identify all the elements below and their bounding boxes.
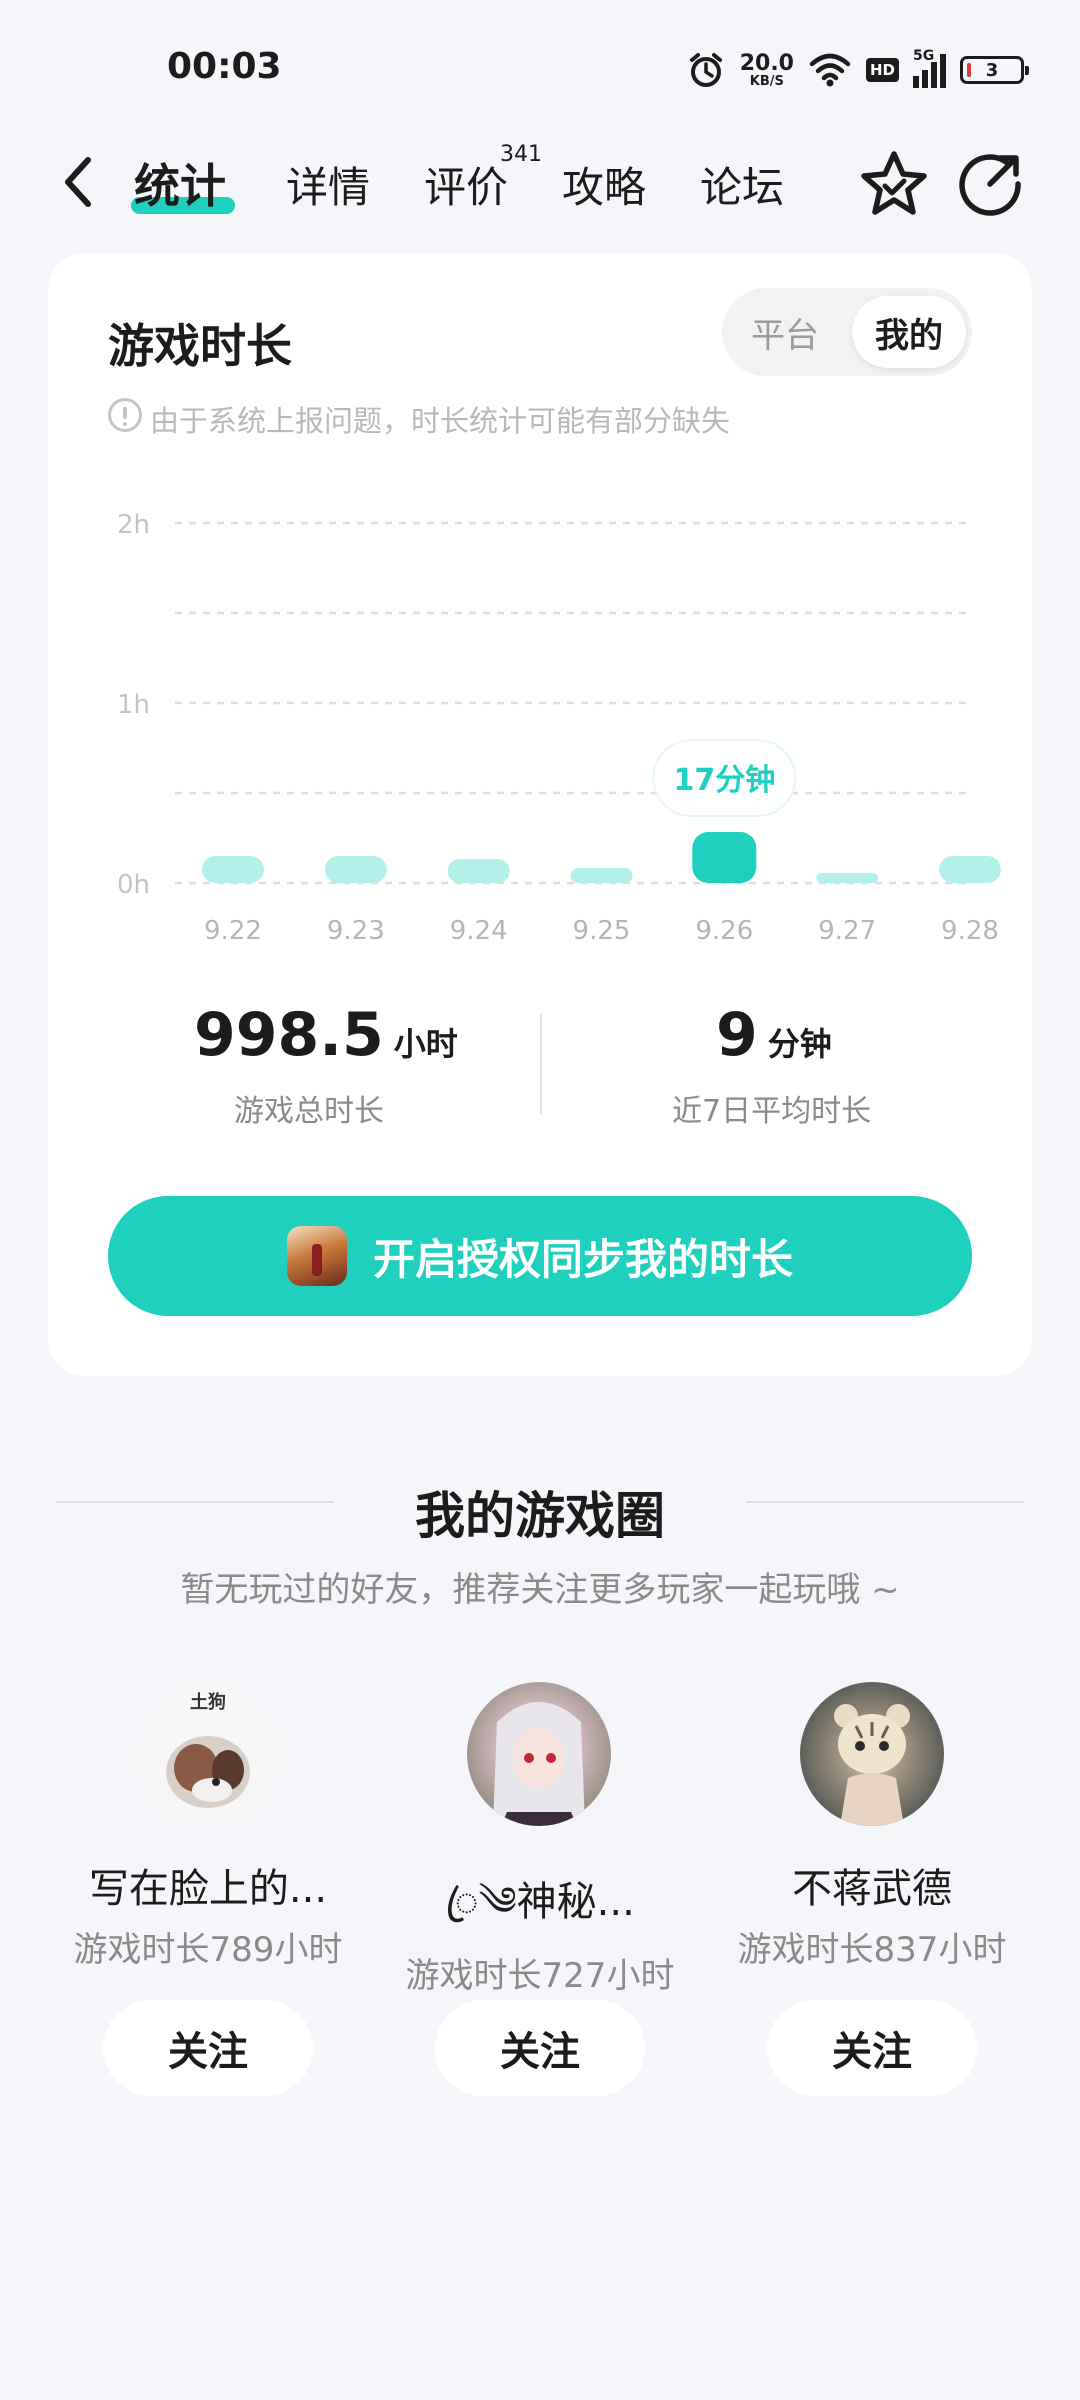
average-playtime-label: 近7日平均时长 xyxy=(672,1094,872,1129)
stats-divider xyxy=(540,1014,542,1114)
bar xyxy=(447,859,510,883)
sync-playtime-label: 开启授权同步我的时长 xyxy=(372,1234,793,1284)
avatar[interactable] xyxy=(800,1682,944,1826)
bar xyxy=(816,873,879,883)
weekly-playtime-chart: 0h 1h 2h 9.22 9.23 9.24 9.25 9.26 17分钟 9.27 9.28 xyxy=(117,510,1001,946)
x-tick-label: 9.26 xyxy=(695,916,753,946)
follow-button[interactable]: 关注 xyxy=(435,2000,645,2096)
x-tick-label: 9.23 xyxy=(327,916,385,946)
total-playtime-label: 游戏总时长 xyxy=(234,1094,384,1129)
avatar[interactable]: 土狗 xyxy=(136,1682,280,1826)
total-playtime: 998.5 小时 xyxy=(194,1000,458,1070)
bar xyxy=(570,868,633,883)
y-tick-label: 2h xyxy=(117,510,150,540)
game-icon xyxy=(286,1226,347,1286)
y-tick-label: 0h xyxy=(117,870,150,900)
user-playtime: 游戏时长727小时 xyxy=(405,1956,675,1996)
average-playtime: 9 分钟 xyxy=(716,1000,832,1070)
user-name[interactable]: 写在脸上的... xyxy=(58,1856,358,1914)
total-playtime-value: 998.5 xyxy=(194,1000,384,1070)
average-playtime-value: 9 xyxy=(716,1000,758,1070)
bar xyxy=(202,856,264,883)
follow-button[interactable]: 关注 xyxy=(767,2000,977,2096)
x-tick-label: 9.28 xyxy=(941,916,999,946)
user-name[interactable]: 不蒋武德 xyxy=(722,1856,1022,1914)
anime-avatar-image xyxy=(493,1702,585,1826)
x-tick-label: 9.25 xyxy=(573,916,631,946)
bar xyxy=(692,832,757,883)
total-playtime-unit: 小时 xyxy=(393,1025,458,1063)
x-tick-label: 9.24 xyxy=(450,916,508,946)
average-playtime-unit: 分钟 xyxy=(767,1025,832,1063)
bar xyxy=(939,856,1001,883)
bar xyxy=(324,856,387,883)
sync-playtime-button[interactable]: 开启授权同步我的时长 xyxy=(108,1196,972,1316)
avatar[interactable] xyxy=(467,1682,611,1826)
user-playtime: 游戏时长837小时 xyxy=(737,1930,1007,1970)
x-tick-label: 9.27 xyxy=(818,916,876,946)
tooltip-value: 17分钟 xyxy=(673,763,775,798)
dog-avatar-image xyxy=(166,1736,250,1808)
x-tick-label: 9.22 xyxy=(204,916,262,946)
follow-button[interactable]: 关注 xyxy=(103,2000,313,2096)
game-circle-subtitle: 暂无玩过的好友，推荐关注更多玩家一起玩哦 ~ xyxy=(180,1570,900,1610)
user-playtime: 游戏时长789小时 xyxy=(73,1930,343,1970)
y-tick-label: 1h xyxy=(117,690,150,720)
tiger-cub-avatar-image xyxy=(834,1704,910,1826)
game-circle-title: 我的游戏圈 xyxy=(415,1487,665,1545)
